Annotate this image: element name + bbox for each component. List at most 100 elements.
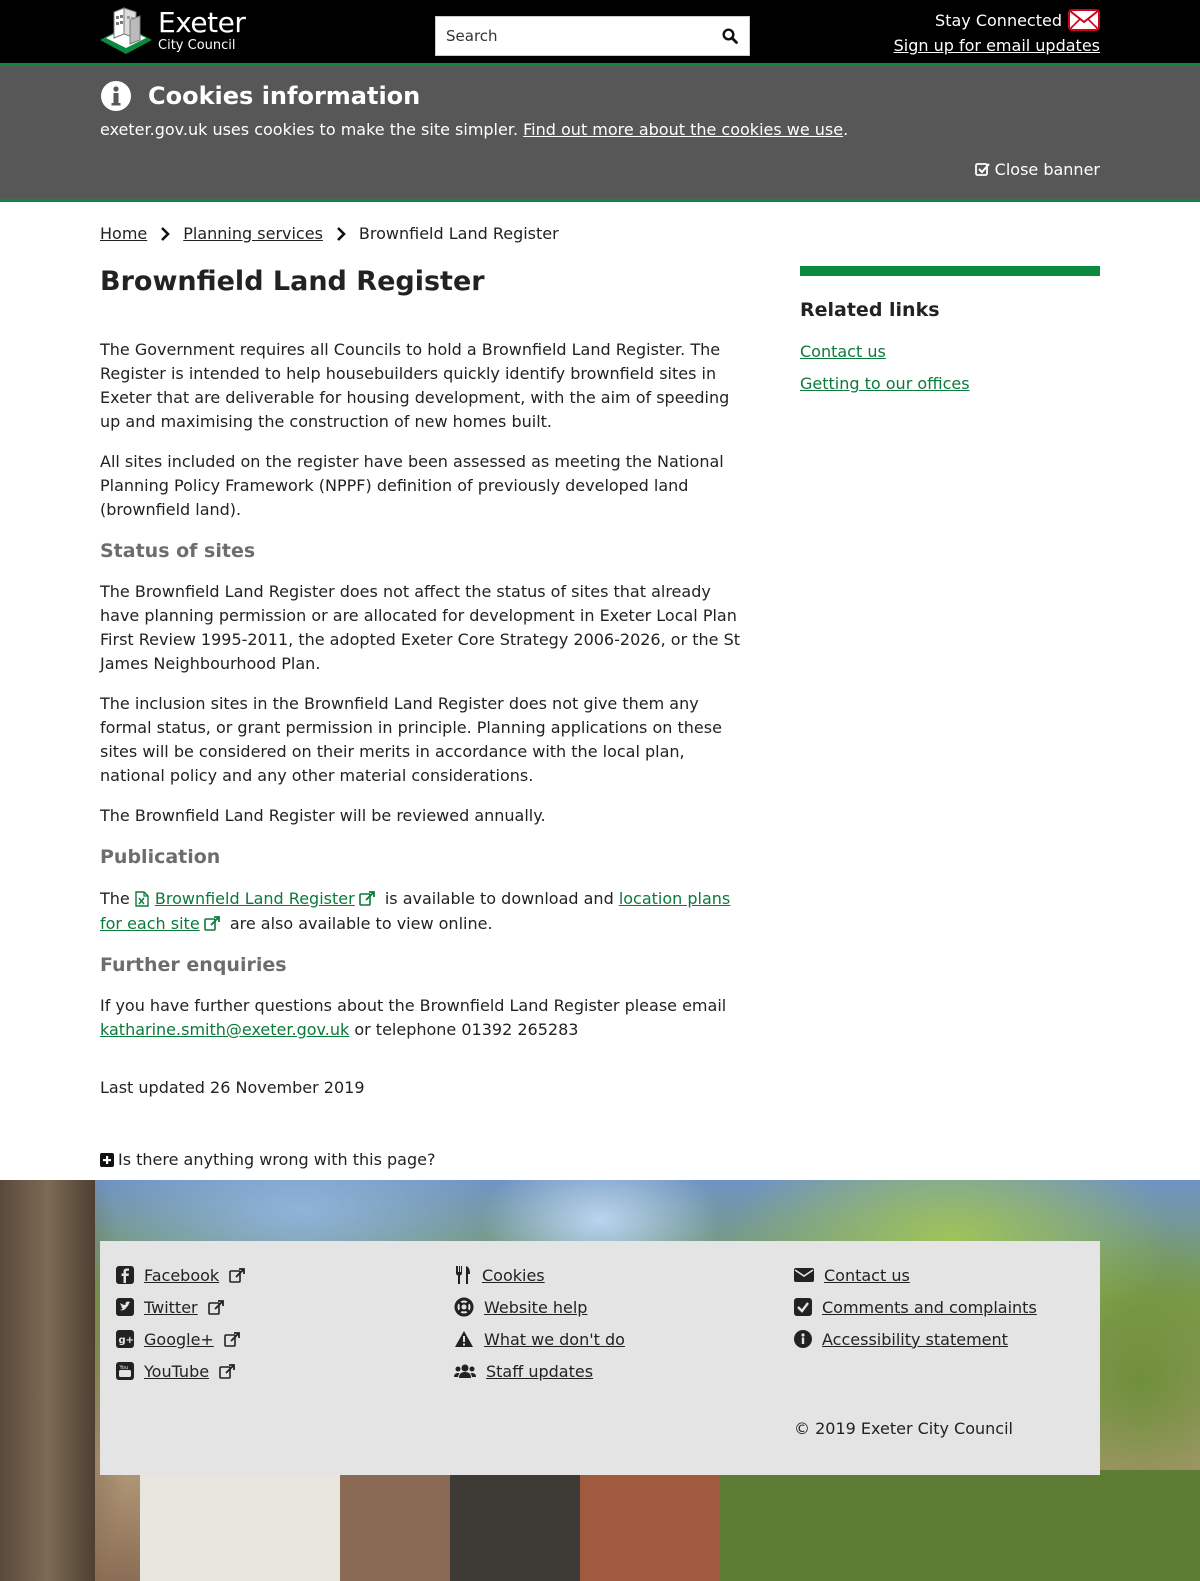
footer-links: Facebook Twitter g+ Google+ You YouTube … — [100, 1241, 1100, 1475]
footer-facebook[interactable]: Facebook — [116, 1259, 246, 1291]
external-link-icon — [229, 1267, 246, 1283]
site-logo[interactable]: Exeter City Council — [100, 4, 260, 56]
close-banner-button[interactable]: Close banner — [974, 160, 1100, 179]
intro-paragraph-1: The Government requires all Councils to … — [100, 340, 730, 431]
footer-googleplus[interactable]: g+ Google+ — [116, 1323, 245, 1355]
status-paragraph-3: The Brownfield Land Register will be rev… — [100, 806, 546, 825]
related-links-title: Related links — [800, 299, 940, 321]
facebook-link[interactable]: Facebook — [144, 1266, 219, 1285]
cookie-banner: Cookies information exeter.gov.uk uses c… — [0, 66, 1200, 202]
report-problem-label: Is there anything wrong with this page? — [118, 1150, 436, 1169]
breadcrumb: Home Planning services Brownfield Land R… — [100, 224, 559, 243]
enquiries-phone: or telephone 01392 265283 — [354, 1020, 579, 1039]
building-shape — [720, 1470, 1200, 1581]
status-paragraph-1: The Brownfield Land Register does not af… — [100, 582, 740, 673]
info-icon — [794, 1330, 812, 1348]
report-problem-toggle[interactable]: Is there anything wrong with this page? — [100, 1148, 745, 1172]
cookies-link[interactable]: Cookies — [482, 1266, 545, 1285]
sidebar-accent-bar — [800, 266, 1100, 276]
logo-line1: Exeter — [158, 5, 246, 39]
stay-connected[interactable]: Stay Connected — [935, 8, 1100, 32]
cookie-banner-title: Cookies information — [100, 80, 420, 112]
email-signup-link[interactable]: Sign up for email updates — [894, 36, 1100, 55]
publication-heading: Publication — [100, 846, 221, 868]
cookie-banner-text: exeter.gov.uk uses cookies to make the s… — [100, 120, 848, 139]
footer-twitter[interactable]: Twitter — [116, 1291, 245, 1323]
related-link-offices[interactable]: Getting to our offices — [800, 372, 1100, 396]
enquiries-heading: Further enquiries — [100, 954, 287, 976]
footer-site-column: Cookies Website help What we don't do St… — [454, 1259, 625, 1387]
footer-social-column: Facebook Twitter g+ Google+ You YouTube — [116, 1259, 246, 1387]
external-link-icon — [203, 916, 220, 931]
breadcrumb-planning[interactable]: Planning services — [183, 224, 323, 243]
building-shape — [340, 1470, 450, 1581]
twitter-icon — [116, 1298, 134, 1316]
external-link-icon — [207, 1299, 224, 1315]
stay-connected-label: Stay Connected — [935, 10, 1062, 30]
info-icon — [101, 81, 131, 111]
search-input[interactable] — [436, 17, 711, 55]
related-links-sidebar: Related links Contact us Getting to our … — [800, 266, 1100, 396]
footer-contact-us-link[interactable]: Contact us — [824, 1266, 910, 1285]
logo-line2: City Council — [158, 37, 236, 53]
breadcrumb-home[interactable]: Home — [100, 224, 147, 243]
chevron-right-icon — [161, 226, 171, 241]
cookie-info-link[interactable]: Find out more about the cookies we use — [523, 120, 843, 139]
youtube-icon: You — [116, 1362, 134, 1380]
building-shape — [450, 1470, 580, 1581]
pub-middle: is available to download and — [384, 889, 614, 908]
check-square-icon — [794, 1298, 812, 1316]
contact-email-link[interactable]: katharine.smith@exeter.gov.uk — [100, 1020, 349, 1039]
warning-icon — [455, 1331, 473, 1347]
tree-trunk — [0, 1180, 95, 1581]
footer-website-help[interactable]: Website help — [454, 1291, 625, 1323]
twitter-link[interactable]: Twitter — [144, 1298, 198, 1317]
status-heading: Status of sites — [100, 540, 256, 562]
youtube-link[interactable]: YouTube — [144, 1362, 209, 1381]
lifebuoy-icon — [454, 1297, 474, 1317]
related-link-contact-us[interactable]: Contact us — [800, 340, 1100, 364]
status-paragraph-2: The inclusion sites in the Brownfield La… — [100, 694, 722, 785]
footer-youtube[interactable]: You YouTube — [116, 1355, 245, 1387]
pub-prefix: The — [100, 889, 130, 908]
envelope-icon — [1068, 9, 1100, 31]
last-updated: Last updated 26 November 2019 — [100, 1078, 365, 1097]
enquiries-text: If you have further questions about the … — [100, 996, 727, 1015]
search-button[interactable] — [711, 17, 749, 55]
enquiries-paragraph: If you have further questions about the … — [100, 994, 745, 1042]
google-plus-icon: g+ — [116, 1330, 134, 1348]
site-header: Exeter City Council Stay Connected Sign … — [0, 0, 1200, 66]
close-banner-label: Close banner — [994, 160, 1100, 179]
publication-paragraph: The Brownfield Land Register is availabl… — [100, 886, 745, 936]
svg-text:You: You — [119, 1365, 129, 1371]
svg-text:g+: g+ — [119, 1335, 135, 1346]
cookie-text: exeter.gov.uk uses cookies to make the s… — [100, 120, 519, 139]
main-content: Brownfield Land Register The Government … — [100, 264, 745, 1172]
googleplus-link[interactable]: Google+ — [144, 1330, 214, 1349]
external-link-icon — [358, 891, 375, 906]
building-shape — [580, 1470, 720, 1581]
intro-paragraph-2: All sites included on the register have … — [100, 452, 724, 519]
comments-complaints-link[interactable]: Comments and complaints — [822, 1298, 1037, 1317]
footer-what-we-dont-do[interactable]: What we don't do — [454, 1323, 625, 1355]
logo-text: Exeter City Council — [158, 5, 246, 53]
staff-updates-link[interactable]: Staff updates — [486, 1362, 593, 1381]
footer-cookies[interactable]: Cookies — [454, 1259, 625, 1291]
footer-contact-us[interactable]: Contact us — [794, 1259, 1037, 1291]
footer-staff-updates[interactable]: Staff updates — [454, 1355, 625, 1387]
brownfield-register-download-link[interactable]: Brownfield Land Register — [155, 889, 355, 908]
check-square-icon — [974, 163, 990, 176]
external-link-icon — [219, 1363, 235, 1379]
cutlery-icon — [456, 1266, 470, 1284]
website-help-link[interactable]: Website help — [484, 1298, 587, 1317]
footer-comments-complaints[interactable]: Comments and complaints — [794, 1291, 1037, 1323]
users-icon — [454, 1364, 476, 1378]
council-logo-icon — [100, 7, 152, 54]
accessibility-statement-link[interactable]: Accessibility statement — [822, 1330, 1008, 1349]
what-we-dont-do-link[interactable]: What we don't do — [484, 1330, 625, 1349]
footer-accessibility[interactable]: Accessibility statement — [794, 1323, 1037, 1355]
plus-square-icon — [100, 1153, 114, 1167]
cookie-title-text: Cookies information — [148, 82, 421, 110]
pub-suffix: are also available to view online. — [229, 914, 493, 933]
building-shape — [140, 1470, 340, 1581]
